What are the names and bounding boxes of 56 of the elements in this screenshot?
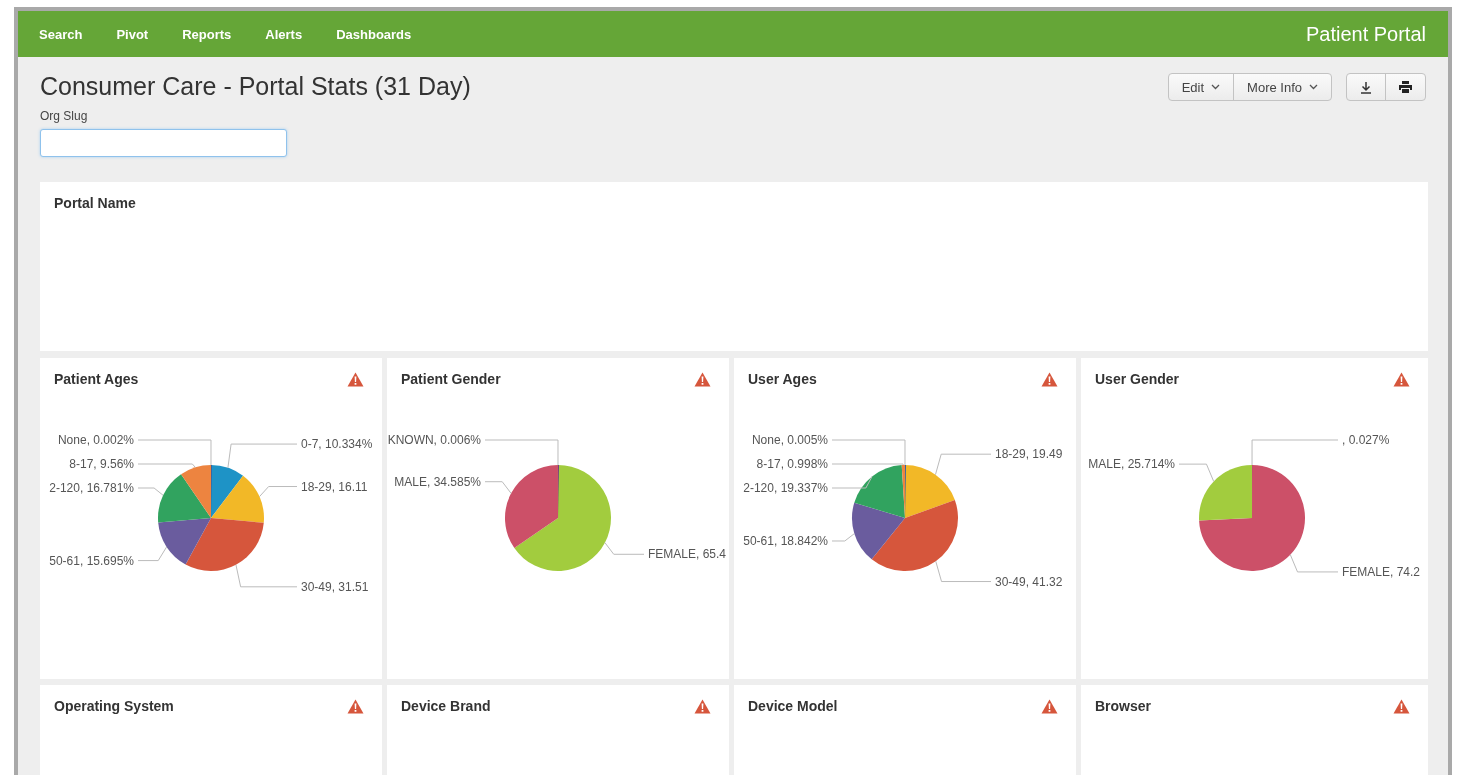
slice-label: None, 0.005% [751, 433, 828, 447]
leader-line [259, 486, 298, 498]
slice-label: , 0.027% [1342, 433, 1390, 447]
dashboard-title: Consumer Care - Portal Stats (31 Day) [40, 71, 471, 101]
leader-line [1178, 463, 1215, 482]
slice-label: KNOWN, 0.006% [387, 433, 481, 447]
leader-line [484, 481, 512, 494]
caret-icon [1211, 84, 1221, 90]
leader-line [935, 560, 992, 583]
slice-label: None, 0.002% [57, 433, 134, 447]
slice-label: MALE, 25.714% [1088, 457, 1175, 472]
slice-label: 2-120, 19.337% [743, 481, 828, 495]
panel-title: Patient Ages [54, 371, 139, 387]
download-icon [1360, 80, 1372, 94]
slice-label: 50-61, 15.695% [49, 553, 134, 568]
panel-title: Device Model [748, 698, 838, 714]
leader-line [934, 453, 992, 476]
nav-link[interactable]: Reports [182, 26, 232, 42]
slice-label: FEMALE, 74.2 [1342, 564, 1421, 579]
slice-label: 18-29, 16.11 [301, 479, 368, 494]
leader-line [1289, 554, 1339, 573]
panel-title: User Gender [1095, 371, 1180, 387]
panel-title: Patient Gender [401, 371, 501, 387]
slice-label: 30-49, 31.51 [301, 579, 369, 594]
slice-label: 8-17, 9.56% [69, 457, 134, 471]
printer-icon [1399, 81, 1412, 93]
panel-title: Browser [1095, 698, 1152, 714]
leader-line [831, 476, 873, 489]
caret-icon [1309, 84, 1318, 90]
slice-label: 0-7, 10.334% [301, 437, 373, 452]
panel-title: Device Brand [401, 698, 491, 714]
slice-label: 18-29, 19.49 [995, 447, 1063, 462]
app-title: Patient Portal [1305, 22, 1426, 46]
leader-line [235, 564, 298, 588]
dropdown-button[interactable]: More Info [1233, 74, 1331, 100]
slice-label: 50-61, 18.842% [743, 534, 828, 548]
nav-link[interactable]: Alerts [265, 26, 303, 42]
slice-label: FEMALE, 65.4 [648, 547, 727, 562]
slice-label: MALE, 34.585% [394, 474, 481, 489]
panel-title: Portal Name [54, 195, 136, 211]
nav-link[interactable]: Dashboards [336, 26, 412, 42]
dropdown-button[interactable]: Edit [1168, 74, 1234, 100]
nav-link[interactable]: Pivot [116, 26, 149, 42]
slice-label: 8-17, 0.998% [756, 457, 828, 471]
leader-line [604, 542, 645, 555]
nav-link[interactable]: Search [39, 26, 83, 42]
leader-line [137, 546, 168, 562]
org-slug-field[interactable] [40, 129, 287, 157]
field-label: Org Slug [40, 109, 89, 123]
leader-line [831, 533, 855, 542]
panel-title: Operating System [54, 698, 174, 714]
slice-label: 30-49, 41.32 [995, 574, 1063, 589]
slice-label: 2-120, 16.781% [49, 481, 134, 495]
leader-line [227, 443, 298, 469]
panel-title: User Ages [748, 371, 817, 387]
leader-line [137, 487, 164, 496]
